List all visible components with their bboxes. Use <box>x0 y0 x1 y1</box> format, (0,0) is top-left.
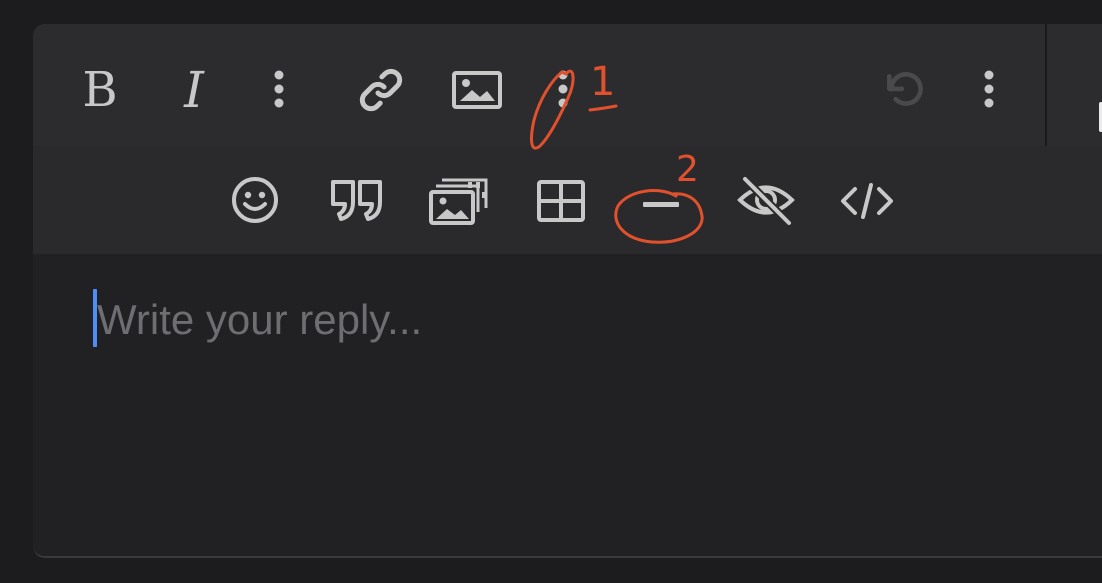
code-icon <box>841 183 893 219</box>
link-button[interactable] <box>351 62 411 118</box>
link-icon <box>359 68 403 112</box>
image-button[interactable] <box>449 64 505 116</box>
overflow-menu-button[interactable] <box>971 64 1007 114</box>
vertical-ellipsis-icon <box>274 70 284 108</box>
eye-slash-icon <box>737 176 795 226</box>
table-button[interactable] <box>533 176 589 226</box>
more-format-button[interactable] <box>261 64 297 114</box>
horizontal-rule-icon <box>643 202 679 207</box>
table-icon <box>537 180 585 222</box>
quote-icon <box>331 180 382 221</box>
code-button[interactable] <box>837 176 897 226</box>
image-icon <box>452 71 502 109</box>
horizontal-rule-button[interactable] <box>635 186 687 222</box>
emoji-icon <box>232 177 278 223</box>
reply-placeholder: Write your reply... <box>97 296 423 343</box>
bold-button[interactable]: B <box>73 60 127 120</box>
image-gallery-button[interactable] <box>427 172 491 228</box>
undo-button[interactable] <box>877 64 935 118</box>
expanded-toolbar <box>33 146 1102 254</box>
bold-icon: B <box>82 62 118 118</box>
secondary-toolbar <box>1047 24 1102 146</box>
image-gallery-icon <box>429 178 488 225</box>
vertical-ellipsis-icon <box>984 70 994 108</box>
quote-button[interactable] <box>327 174 387 226</box>
italic-icon: I <box>184 61 204 119</box>
vertical-ellipsis-icon <box>558 70 568 108</box>
reply-editor: B I Write your reply... <box>33 24 1102 558</box>
emoji-button[interactable] <box>227 172 283 228</box>
hide-details-button[interactable] <box>733 170 799 230</box>
undo-icon <box>887 72 923 106</box>
more-insert-button[interactable] <box>545 64 581 114</box>
italic-button[interactable]: I <box>167 60 221 120</box>
main-toolbar: B I <box>33 24 1045 146</box>
